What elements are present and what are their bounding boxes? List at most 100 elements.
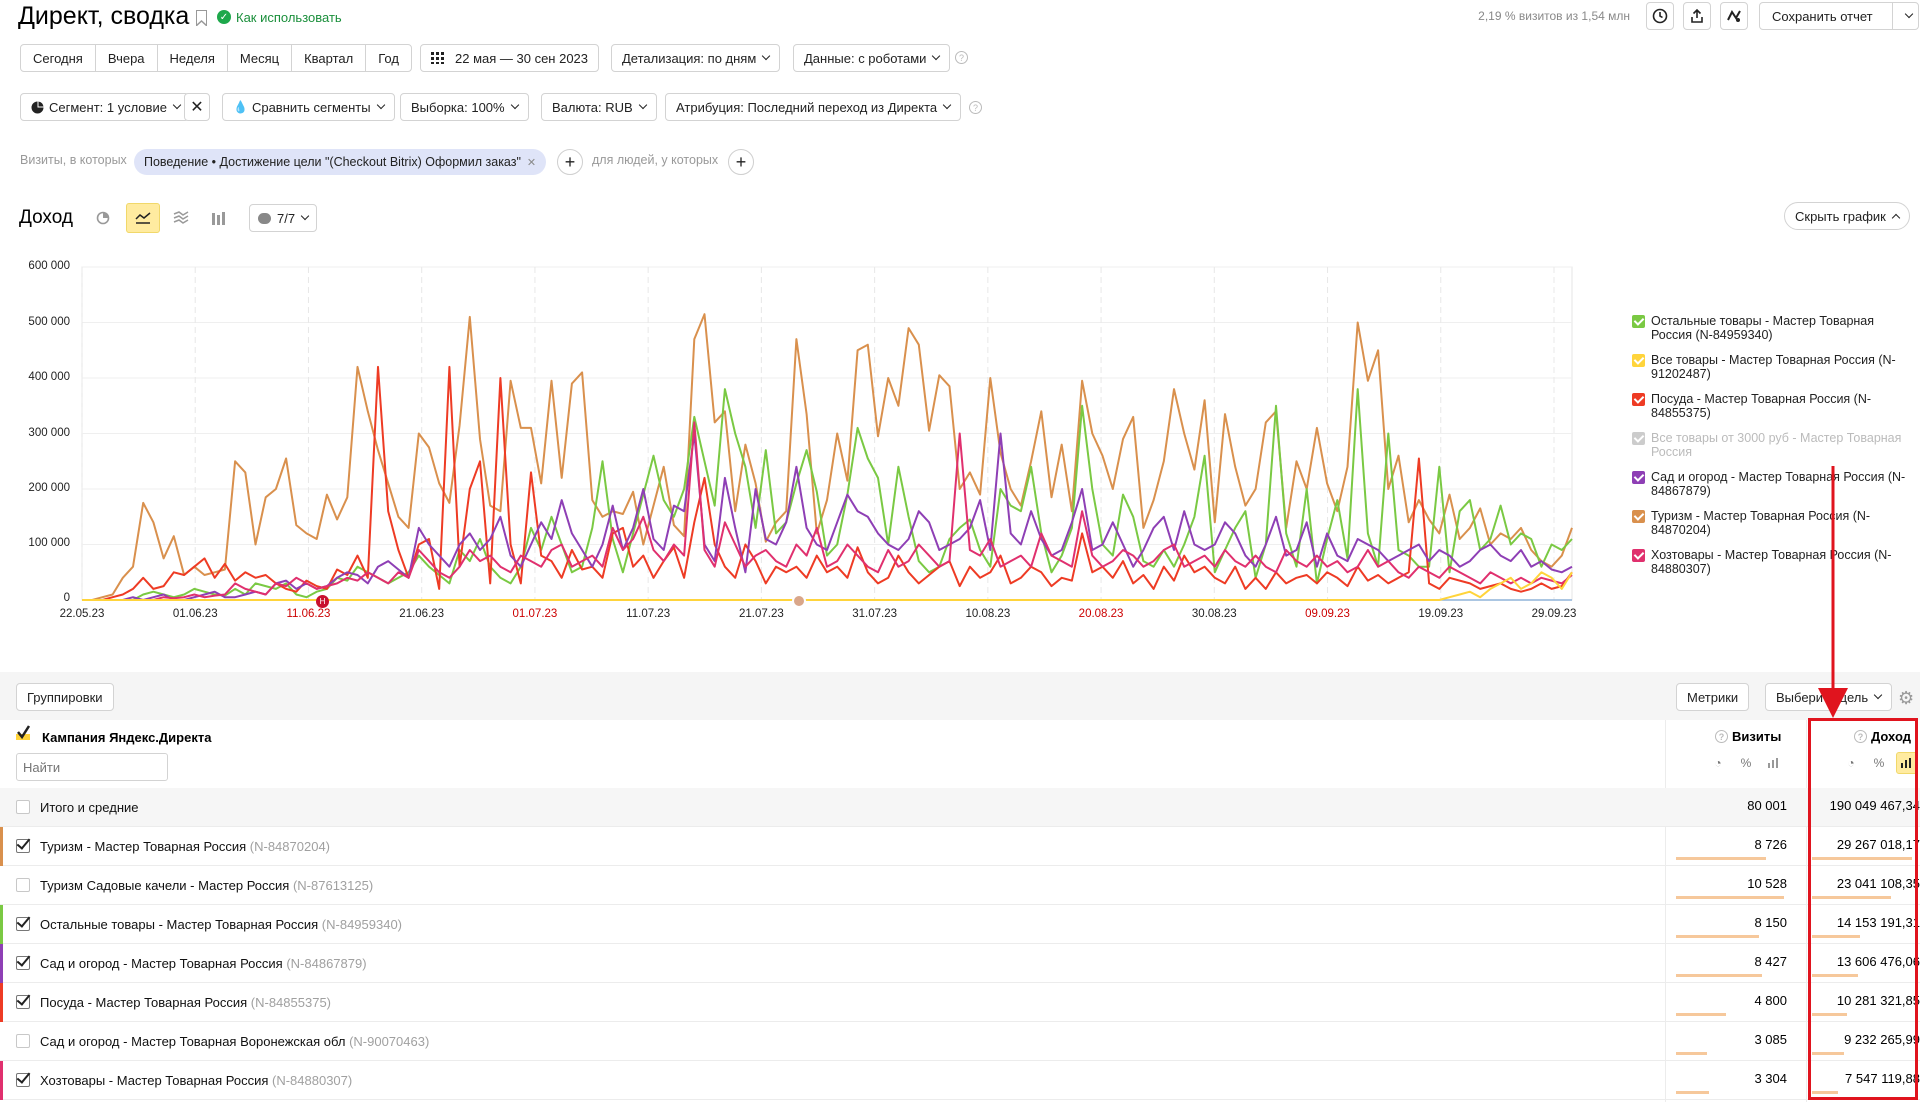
row-checkbox[interactable] (16, 839, 30, 853)
row-checkbox[interactable] (16, 995, 30, 1009)
visits-bar (1676, 935, 1759, 938)
series-color-stripe (0, 1061, 3, 1100)
campaign-name[interactable]: Остальные товары - Мастер Товарная Росси… (40, 917, 402, 932)
legend-label: Хозтовары - Мастер Товарная Россия (N-84… (1651, 548, 1892, 576)
visits-cell: 8 427 (1754, 954, 1787, 969)
visits-cell: 8 726 (1754, 837, 1787, 852)
x-tick-label: 20.08.23 (1078, 608, 1124, 620)
note-marker[interactable] (792, 594, 806, 608)
campaign-id: (N-84867879) (286, 956, 367, 971)
visits-header-label: Визиты (1732, 729, 1782, 744)
row-checkbox[interactable] (16, 878, 30, 892)
x-tick-label: 30.08.23 (1191, 608, 1237, 620)
table-row[interactable]: Посуда - Мастер Товарная Россия (N-84855… (0, 983, 1920, 1022)
x-tick-label: 19.09.23 (1418, 608, 1464, 620)
visits-bar (1676, 896, 1784, 899)
row-checkbox[interactable] (16, 917, 30, 931)
x-tick-label: 21.06.23 (399, 608, 445, 620)
legend-checkbox[interactable] (1632, 471, 1645, 484)
help-icon[interactable]: ? (1715, 730, 1728, 743)
legend-checkbox[interactable] (1632, 432, 1645, 445)
legend-checkbox[interactable] (1632, 315, 1645, 328)
total-checkbox[interactable] (16, 800, 30, 814)
visits-bar (1676, 857, 1766, 860)
campaign-name[interactable]: Туризм - Мастер Товарная Россия (N-84870… (40, 839, 330, 854)
table-row[interactable]: Туризм - Мастер Товарная Россия (N-84870… (0, 827, 1920, 866)
visits-bar-toggle[interactable] (1763, 752, 1785, 774)
highlight-frame (1808, 718, 1918, 1100)
legend-item[interactable]: Все товары - Мастер Товарная Россия (N-9… (1632, 353, 1917, 381)
legend-label: Все товары - Мастер Товарная Россия (N-9… (1651, 353, 1896, 381)
table-toolbar (0, 672, 1920, 720)
gear-icon[interactable]: ⚙ (1898, 688, 1914, 709)
legend-item[interactable]: Сад и огород - Мастер Товарная Россия (N… (1632, 470, 1917, 498)
legend-checkbox[interactable] (1632, 549, 1645, 562)
annotation-arrow (1818, 466, 1848, 718)
row-checkbox[interactable] (16, 1073, 30, 1087)
chevron-down-icon (1873, 690, 1883, 700)
campaign-id: (N-87613125) (292, 878, 374, 893)
legend-checkbox[interactable] (1632, 393, 1645, 406)
campaign-name[interactable]: Туризм Садовые качели - Мастер Россия (N… (40, 878, 373, 893)
visits-bar (1676, 1013, 1726, 1016)
visits-cell: 10 528 (1747, 876, 1787, 891)
dimension-checkbox[interactable] (16, 725, 31, 742)
campaign-name[interactable]: Сад и огород - Мастер Товарная Россия (N… (40, 956, 367, 971)
legend-label: Посуда - Мастер Товарная Россия (N-84855… (1651, 392, 1872, 420)
campaign-id: (N-84880307) (272, 1073, 353, 1088)
visits-percent-toggle[interactable]: % (1735, 752, 1757, 774)
row-checkbox[interactable] (16, 1034, 30, 1048)
holiday-marker[interactable]: H (316, 595, 329, 608)
x-tick-label: 21.07.23 (738, 608, 784, 620)
legend-item[interactable]: Туризм - Мастер Товарная Россия (N-84870… (1632, 509, 1917, 537)
bar-chart-icon (1768, 758, 1778, 768)
visits-cell: 3 304 (1754, 1071, 1787, 1086)
x-tick-label: 29.09.23 (1531, 608, 1577, 620)
x-tick-label: 10.08.23 (965, 608, 1011, 620)
total-label: Итого и средние (40, 800, 139, 815)
visits-bar (1676, 974, 1762, 977)
legend-label: Туризм - Мастер Товарная Россия (N-84870… (1651, 509, 1871, 537)
campaign-id: (N-84855375) (250, 995, 331, 1010)
series-color-stripe (0, 983, 3, 1022)
x-tick-label: 31.07.23 (852, 608, 897, 620)
table-row[interactable]: Остальные товары - Мастер Товарная Росси… (0, 905, 1920, 944)
visits-cell: 4 800 (1754, 993, 1787, 1008)
legend-checkbox[interactable] (1632, 354, 1645, 367)
legend-label: Сад и огород - Мастер Товарная Россия (N… (1651, 470, 1906, 498)
x-tick-label: 01.07.23 (512, 608, 558, 620)
legend-item[interactable]: Хозтовары - Мастер Товарная Россия (N-84… (1632, 548, 1917, 576)
series-color-stripe (0, 827, 3, 866)
total-visits: 80 001 (1747, 798, 1787, 813)
campaign-id: (N-84959340) (321, 917, 403, 932)
dimension-header: Кампания Яндекс.Директа (42, 730, 212, 745)
x-tick-label: 11.06.23 (286, 608, 331, 620)
row-checkbox[interactable] (16, 956, 30, 970)
search-input[interactable] (16, 753, 168, 781)
legend-checkbox[interactable] (1632, 510, 1645, 523)
groupings-button[interactable]: Группировки (16, 683, 114, 711)
visits-pie-toggle[interactable]: ◔ (1707, 752, 1729, 774)
legend-item[interactable]: Все товары от 3000 руб - Мастер Товарная… (1632, 431, 1917, 459)
table-row[interactable]: Сад и огород - Мастер Товарная Воронежск… (0, 1022, 1920, 1061)
x-tick-label: 11.07.23 (626, 608, 671, 620)
metrics-button[interactable]: Метрики (1676, 683, 1750, 711)
visits-bar (1676, 1091, 1709, 1094)
visits-cell: 8 150 (1754, 915, 1787, 930)
series-color-stripe (0, 905, 3, 944)
legend-label: Все товары от 3000 руб - Мастер Товарная… (1651, 431, 1902, 459)
campaign-name[interactable]: Хозтовары - Мастер Товарная Россия (N-84… (40, 1073, 352, 1088)
legend-item[interactable]: Остальные товары - Мастер Товарная Росси… (1632, 314, 1917, 342)
campaign-id: (N-90070463) (349, 1034, 430, 1049)
campaign-name[interactable]: Сад и огород - Мастер Товарная Воронежск… (40, 1034, 429, 1049)
legend-label: Остальные товары - Мастер Товарная Росси… (1651, 314, 1875, 342)
visits-cell: 3 085 (1754, 1032, 1787, 1047)
campaign-id: (N-84870204) (249, 839, 330, 854)
x-tick-label: 01.06.23 (172, 608, 218, 620)
table-row[interactable]: Хозтовары - Мастер Товарная Россия (N-84… (0, 1061, 1920, 1100)
legend-item[interactable]: Посуда - Мастер Товарная Россия (N-84855… (1632, 392, 1917, 420)
table-row[interactable]: Сад и огород - Мастер Товарная Россия (N… (0, 944, 1920, 983)
table-row[interactable]: Туризм Садовые качели - Мастер Россия (N… (0, 866, 1920, 905)
campaign-name[interactable]: Посуда - Мастер Товарная Россия (N-84855… (40, 995, 331, 1010)
visits-header[interactable]: ? Визиты (1715, 729, 1781, 744)
